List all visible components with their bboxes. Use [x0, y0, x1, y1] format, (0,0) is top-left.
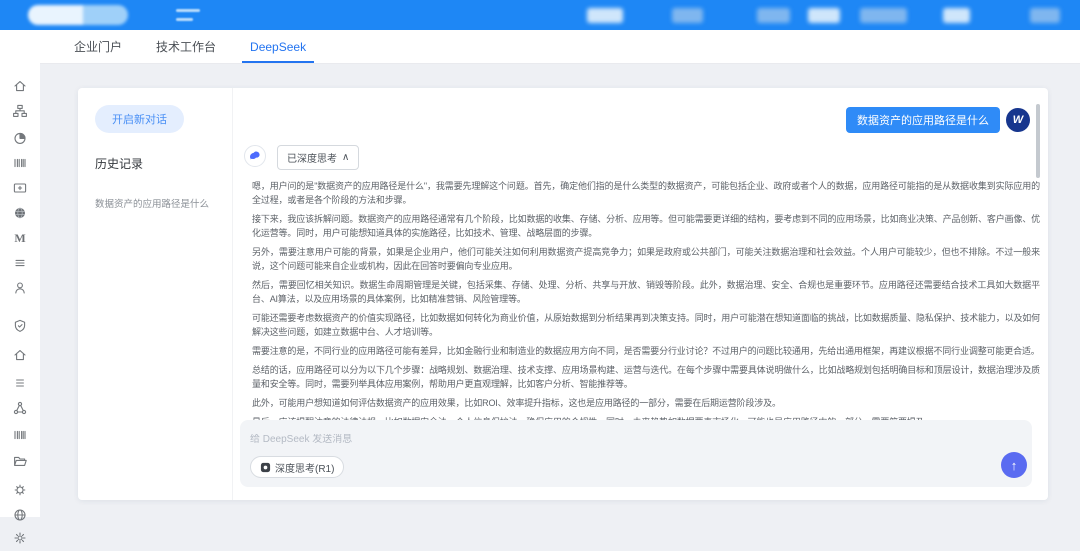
gear-icon[interactable]	[12, 530, 28, 546]
globe-icon[interactable]	[12, 507, 28, 523]
barcode-icon[interactable]	[12, 155, 28, 171]
history-item[interactable]: 数据资产的应用路径是什么	[95, 196, 215, 210]
barcode-alt-icon[interactable]	[12, 427, 28, 443]
app-logo[interactable]	[28, 5, 128, 25]
assistant-paragraph: 然后，需要回忆相关知识。数据生命周期管理是关键，包括采集、存储、处理、分析、共享…	[252, 278, 1040, 306]
assistant-paragraph: 需要注意的是，不同行业的应用路径可能有差异，比如金融行业和制造业的数据应用方向不…	[252, 344, 1040, 358]
home-alt-icon[interactable]	[12, 347, 28, 363]
topbar-menu-item[interactable]	[1030, 8, 1060, 23]
deepseek-chat-card: 开启新对话 历史记录 数据资产的应用路径是什么 数据资产的应用路径是什么 W 已…	[78, 88, 1048, 500]
globe-dark-icon[interactable]	[12, 205, 28, 221]
shield-icon[interactable]	[12, 318, 28, 334]
topbar-menu-item[interactable]	[587, 8, 623, 23]
badge-icon[interactable]	[12, 482, 28, 498]
deep-think-r1-button[interactable]: 深度思考(R1)	[250, 456, 344, 478]
letter-m-icon[interactable]: M	[12, 230, 28, 246]
tab-tech-workbench[interactable]: 技术工作台	[154, 30, 218, 63]
topbar-menu-item[interactable]	[757, 8, 790, 23]
assistant-paragraph: 另外，需要注意用户可能的背景，如果是企业用户，他们可能关注如何利用数据资产提高竞…	[252, 245, 1040, 273]
folder-icon[interactable]	[12, 453, 28, 469]
menu-lines-icon[interactable]	[12, 255, 28, 271]
svg-text:M: M	[14, 231, 25, 245]
assistant-paragraph: 接下来，我应该拆解问题。数据资产的应用路径通常有几个阶段，比如数据的收集、存储、…	[252, 212, 1040, 240]
assistant-paragraph: 总结的话，应用路径可以分为以下几个步骤：战略规划、数据治理、技术支撑、应用场景构…	[252, 363, 1040, 391]
user-message-row: 数据资产的应用路径是什么 W	[233, 107, 1030, 133]
home-icon[interactable]	[12, 78, 28, 94]
assistant-paragraph: 嗯，用户问的是"数据资产的应用路径是什么"，我需要先理解这个问题。首先，确定他们…	[252, 179, 1040, 207]
deepseek-whale-avatar	[244, 145, 266, 167]
deep-thought-label: 已深度思考	[287, 150, 337, 165]
topbar-menu-item[interactable]	[808, 8, 840, 23]
chevron-up-icon: ∧	[342, 152, 349, 163]
chat-sidebar: 开启新对话 历史记录 数据资产的应用路径是什么	[78, 88, 233, 500]
tab-bar: 企业门户 技术工作台 DeepSeek	[0, 30, 1080, 64]
deep-think-label: 深度思考(R1)	[275, 460, 334, 475]
assistant-paragraph: 此外，可能用户想知道如何评估数据资产的应用效果，比如ROI、效率提升指标，这也是…	[252, 396, 1040, 410]
icon-rail: M	[0, 30, 40, 517]
message-input[interactable]	[250, 434, 1022, 445]
card-plus-icon[interactable]	[12, 180, 28, 196]
org-chart-icon[interactable]	[12, 103, 28, 119]
share-nodes-icon[interactable]	[12, 400, 28, 416]
user-message-bubble: 数据资产的应用路径是什么	[846, 107, 1000, 133]
history-title: 历史记录	[95, 155, 215, 172]
assistant-paragraph: 可能还需要考虑数据资产的价值实现路径，比如数据如何转化为商业价值，从原始数据到分…	[252, 311, 1040, 339]
topbar-menu-item[interactable]	[672, 8, 703, 23]
send-button[interactable]: ↑	[1001, 452, 1027, 478]
message-list: 数据资产的应用路径是什么 W 已深度思考 ∧ 嗯，用户问的是"数据资产的应用路径…	[233, 88, 1048, 420]
layers-icon[interactable]	[12, 375, 28, 391]
topbar-menu-item[interactable]	[943, 8, 970, 23]
assistant-reasoning-text: 嗯，用户问的是"数据资产的应用路径是什么"，我需要先理解这个问题。首先，确定他们…	[252, 179, 1040, 420]
tab-enterprise-portal[interactable]: 企业门户	[72, 30, 124, 63]
arrow-up-icon: ↑	[1011, 458, 1018, 473]
topbar-menu-item[interactable]	[860, 8, 907, 23]
assistant-message: 已深度思考 ∧ 嗯，用户问的是"数据资产的应用路径是什么"，我需要先理解这个问题…	[233, 145, 1048, 420]
chat-scrollbar[interactable]	[1036, 104, 1040, 178]
user-icon[interactable]	[12, 280, 28, 296]
topbar	[0, 0, 1080, 30]
menu-toggle-icon[interactable]	[176, 9, 200, 21]
pie-chart-icon[interactable]	[12, 130, 28, 146]
composer: 深度思考(R1) ↑	[240, 420, 1032, 487]
new-chat-button[interactable]: 开启新对话	[95, 105, 184, 133]
user-avatar[interactable]: W	[1006, 108, 1030, 132]
deep-thought-toggle[interactable]: 已深度思考 ∧	[277, 145, 359, 170]
tab-deepseek[interactable]: DeepSeek	[248, 32, 308, 62]
deep-think-icon	[260, 462, 271, 473]
